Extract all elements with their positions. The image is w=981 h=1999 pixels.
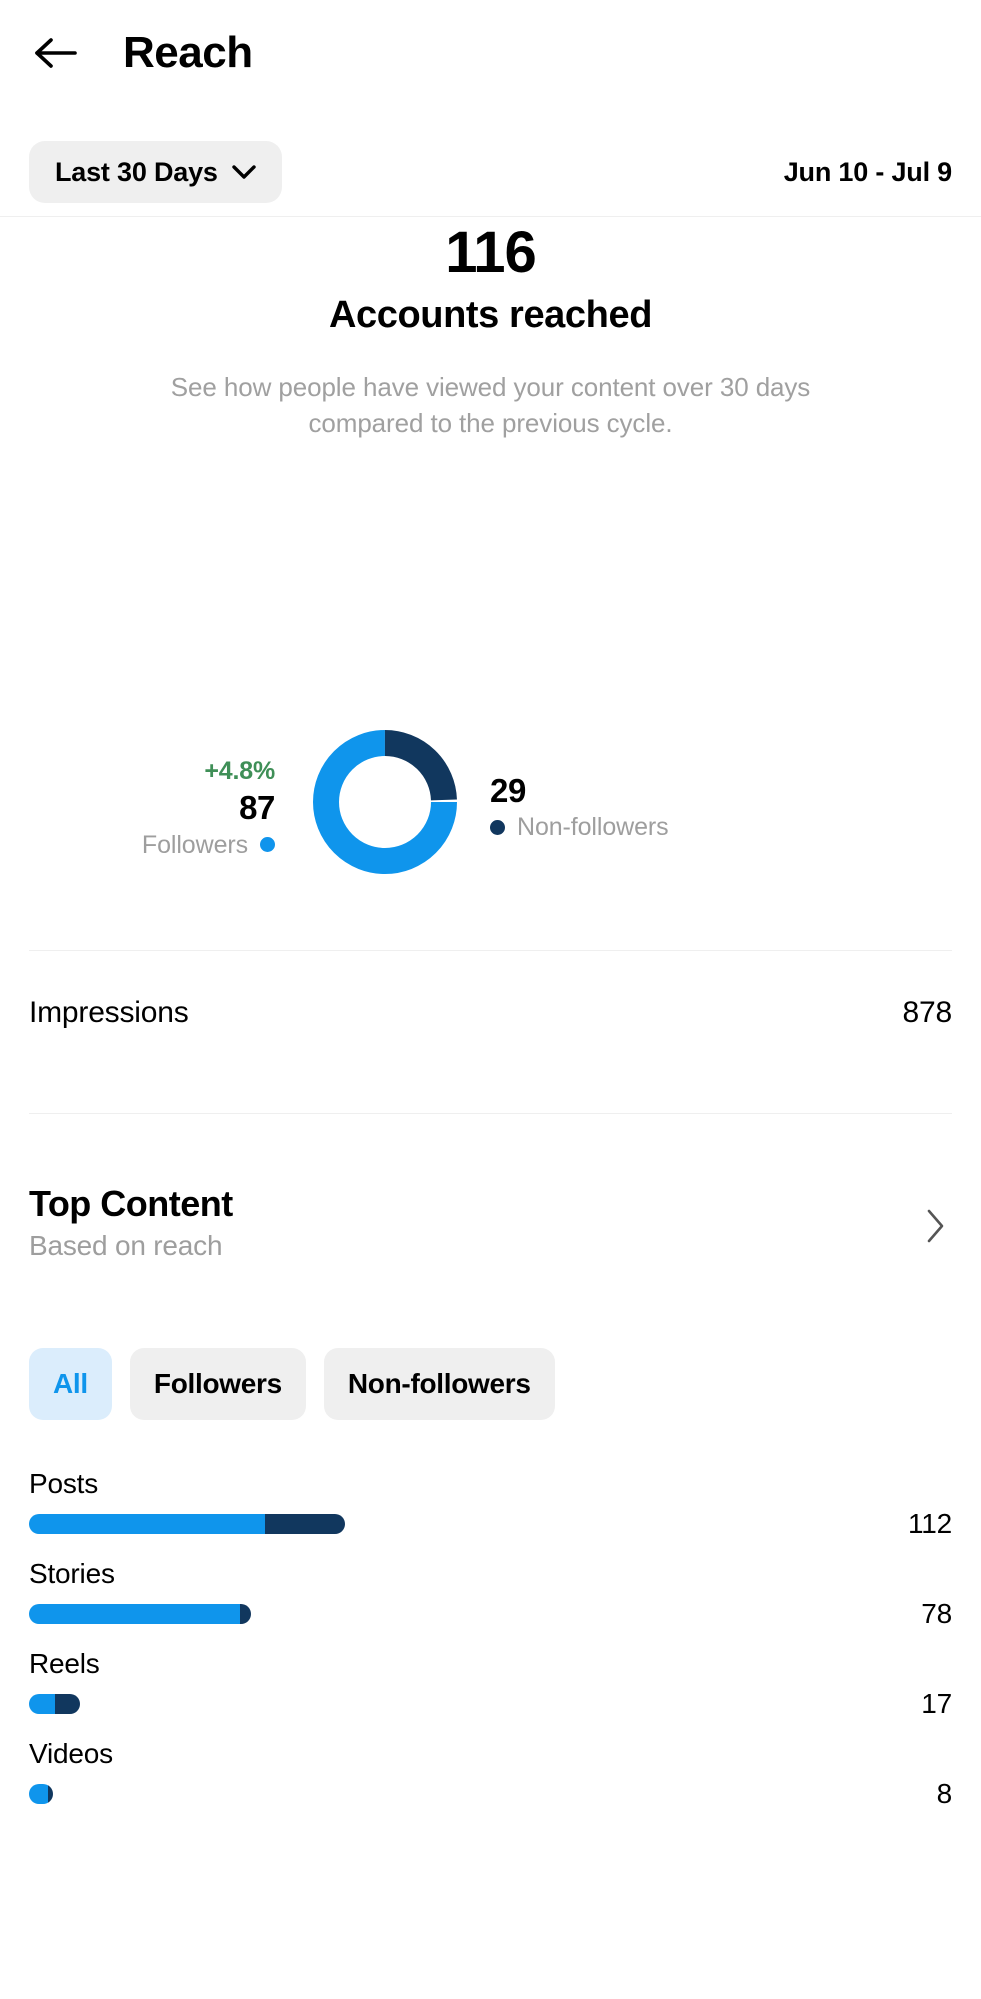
bar-segment-followers-stories [29,1604,240,1624]
bar-track-stories [29,1604,952,1624]
chevron-right-icon[interactable] [926,1208,946,1244]
content-type-breakdown: Posts 112 Stories 78 Reels 17 Videos 8 [29,1470,952,1830]
back-arrow-icon[interactable] [29,27,81,79]
audience-filter-chips: All Followers Non-followers [29,1348,952,1420]
bar-stack-posts [29,1514,345,1534]
bar-segment-followers-posts [29,1514,265,1534]
followers-legend-label: Followers [0,829,275,862]
donut-svg [313,730,457,874]
bar-track-videos [29,1784,952,1804]
followers-delta: +4.8% [204,757,275,785]
chevron-down-icon [232,165,256,179]
bar-track-posts [29,1514,952,1534]
bar-segment-nonfollowers-reels [55,1694,80,1714]
bar-segment-nonfollowers-posts [265,1514,345,1534]
summary-description: See how people have viewed your content … [170,372,811,438]
bar-stack-reels [29,1694,80,1714]
impressions-row[interactable]: Impressions 878 [29,950,952,1075]
bar-segment-followers-videos [29,1784,48,1804]
nonfollowers-legend-label: Non-followers [490,811,910,844]
chip-non-followers[interactable]: Non-followers [323,1348,555,1420]
navigation-bar: Reach [0,0,981,105]
bar-value-videos: 8 [936,1778,953,1809]
top-content-title: Top Content [29,1183,233,1224]
nonfollowers-color-dot-icon [490,820,505,835]
top-content-header[interactable]: Top Content Based on reach [29,1183,952,1271]
followers-color-dot-icon [260,837,275,853]
bar-row-reels: Reels 17 [29,1650,952,1740]
followers-legend: +4.8% 87 Followers [0,756,283,861]
page-title: Reach [123,27,253,77]
bar-label-stories: Stories [29,1558,115,1589]
accounts-reached-value: 116 [445,220,537,285]
date-range-selector[interactable]: Last 30 Days [29,141,282,203]
impressions-bottom-divider [29,1113,952,1114]
reach-donut-chart: +4.8% 87 Followers 29 Non-followers [0,670,981,938]
summary-block: 116 Accounts reached See how people have… [0,220,981,442]
chip-all[interactable]: All [29,1348,112,1420]
followers-legend-text: Followers [141,830,248,859]
bar-value-stories: 78 [921,1598,952,1629]
date-range-text: Jun 10 - Jul 9 [783,156,952,187]
top-content-titles: Top Content Based on reach [29,1183,233,1264]
impressions-value: 878 [902,995,953,1029]
filter-row: Last 30 Days Jun 10 - Jul 9 [0,128,981,216]
bar-value-posts: 112 [907,1508,952,1539]
bar-label-reels: Reels [29,1648,100,1679]
followers-value: 87 [239,789,275,827]
header-divider [0,216,981,217]
bar-label-posts: Posts [29,1468,99,1499]
chip-followers[interactable]: Followers [129,1348,306,1420]
bar-segment-followers-reels [29,1694,55,1714]
bar-segment-nonfollowers-videos [48,1784,53,1804]
accounts-reached-label: Accounts reached [328,293,653,336]
impressions-label: Impressions [29,995,189,1029]
bar-label-videos: Videos [29,1738,113,1769]
reach-insights-screen: Reach Last 30 Days Jun 10 - Jul 9 116 Ac… [0,0,981,1999]
nonfollowers-legend: 29 Non-followers [490,770,910,844]
bar-stack-videos [29,1784,53,1804]
nonfollowers-legend-text: Non-followers [517,813,669,842]
bar-value-reels: 17 [921,1688,952,1719]
nonfollowers-value: 29 [490,772,526,809]
bar-segment-nonfollowers-stories [240,1604,251,1624]
bar-track-reels [29,1694,952,1714]
top-content-subtitle: Based on reach [29,1230,223,1262]
bar-stack-stories [29,1604,251,1624]
bar-row-posts: Posts 112 [29,1470,952,1560]
bar-row-stories: Stories 78 [29,1560,952,1650]
date-range-selector-label: Last 30 Days [55,156,218,187]
bar-row-videos: Videos 8 [29,1740,952,1830]
